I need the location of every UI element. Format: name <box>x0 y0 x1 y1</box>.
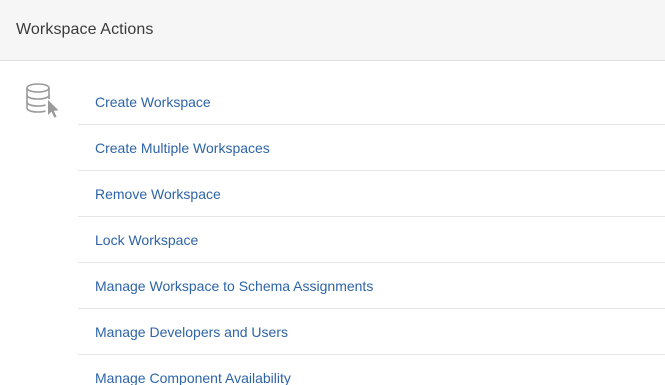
remove-workspace-link[interactable]: Remove Workspace <box>95 186 221 202</box>
manage-developers-users-link[interactable]: Manage Developers and Users <box>95 324 288 340</box>
list-item: Create Workspace <box>78 79 665 125</box>
panel-body: Create Workspace Create Multiple Workspa… <box>0 61 665 385</box>
create-multiple-workspaces-link[interactable]: Create Multiple Workspaces <box>95 140 270 156</box>
manage-component-availability-link[interactable]: Manage Component Availability <box>95 370 291 385</box>
panel-header: Workspace Actions <box>0 0 665 61</box>
list-item: Manage Developers and Users <box>78 309 665 355</box>
list-item: Create Multiple Workspaces <box>78 125 665 171</box>
list-item: Lock Workspace <box>78 217 665 263</box>
database-pointer-icon <box>26 83 59 118</box>
lock-workspace-link[interactable]: Lock Workspace <box>95 232 198 248</box>
list-item: Remove Workspace <box>78 171 665 217</box>
workspace-actions-panel: Workspace Actions Create Workspace Creat… <box>0 0 665 385</box>
panel-title: Workspace Actions <box>16 21 154 38</box>
manage-schema-assignments-link[interactable]: Manage Workspace to Schema Assignments <box>95 278 373 294</box>
create-workspace-link[interactable]: Create Workspace <box>95 94 211 110</box>
list-item: Manage Workspace to Schema Assignments <box>78 263 665 309</box>
list-item: Manage Component Availability <box>78 355 665 385</box>
action-list: Create Workspace Create Multiple Workspa… <box>78 79 665 385</box>
